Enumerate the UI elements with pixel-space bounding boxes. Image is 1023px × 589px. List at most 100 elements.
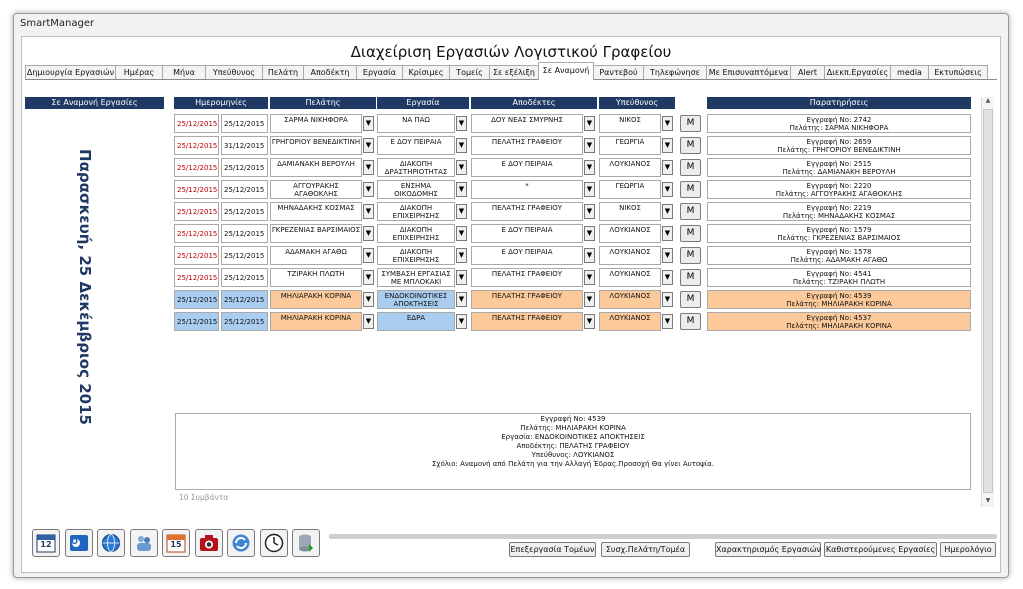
customer-field[interactable]: ΜΗΛΙΑΡΑΚΗ ΚΟΡΙΝΑ bbox=[270, 312, 362, 331]
task-field[interactable]: ΕΝΔΟΚΟΙΝΟΤΙΚΕΣ ΑΠΟΚΤΗΣΕΙΣ bbox=[377, 290, 455, 309]
customer-field[interactable]: ΤΖΙΡΑΚΗ ΠΛΩΤΗ bbox=[270, 268, 362, 287]
calendar-button[interactable]: Ημερολόγιο bbox=[940, 542, 996, 557]
recipient-field[interactable]: ΠΕΛΑΤΗΣ ΓΡΑΦΕΙΟΥ bbox=[471, 312, 583, 331]
table-row[interactable]: 25/12/2015 25/12/2015 ΜΗΛΙΑΡΑΚΗ ΚΟΡΙΝΑ ▼ ΕΔΡ… bbox=[22, 312, 1000, 332]
tab-0[interactable]: Δημιουργία Εργασιών bbox=[25, 65, 116, 79]
task-dropdown-icon[interactable]: ▼ bbox=[456, 314, 467, 329]
recipient-field[interactable]: ΠΕΛΑΤΗΣ ΓΡΑΦΕΙΟΥ bbox=[471, 268, 583, 287]
task-field[interactable]: ΣΥΜΒΑΣΗ ΕΡΓΑΣΙΑΣ ΜΕ ΜΠΛΟΚΑΚΙ bbox=[377, 268, 455, 287]
responsible-field[interactable]: ΛΟΥΚΙΑΝΟΣ bbox=[599, 246, 661, 265]
edit-sectors-button[interactable]: Επεξεργασία Τομέων bbox=[509, 542, 596, 557]
scroll-thumb[interactable] bbox=[983, 109, 993, 493]
m-button[interactable]: M bbox=[680, 313, 701, 330]
customer-field[interactable]: ΑΓΓΟΥΡΑΚΗΣ ΑΓΑΘΟΚΛΗΣ bbox=[270, 180, 362, 199]
customer-dropdown-icon[interactable]: ▼ bbox=[363, 226, 374, 241]
m-button[interactable]: M bbox=[680, 181, 701, 198]
customer-dropdown-icon[interactable]: ▼ bbox=[363, 182, 374, 197]
start-date-field[interactable]: 25/12/2015 bbox=[174, 290, 219, 309]
tab-12[interactable]: Τηλεφώνησε bbox=[643, 65, 707, 79]
table-row[interactable]: 25/12/2015 25/12/2015 ΜΗΛΙΑΡΑΚΗ ΚΟΡΙΝΑ ▼ ΕΝΔ… bbox=[22, 290, 1000, 310]
recipient-field[interactable]: ΠΕΛΑΤΗΣ ΓΡΑΦΕΙΟΥ bbox=[471, 202, 583, 221]
start-date-field[interactable]: 25/12/2015 bbox=[174, 136, 219, 155]
task-dropdown-icon[interactable]: ▼ bbox=[456, 138, 467, 153]
recipient-dropdown-icon[interactable]: ▼ bbox=[584, 314, 595, 329]
customer-dropdown-icon[interactable]: ▼ bbox=[363, 116, 374, 131]
task-characterization-button[interactable]: Χαρακτηρισμός Εργασιών bbox=[715, 542, 821, 557]
notes-field[interactable]: Εγγραφή Νο: 2515 Πελάτης: ΔΑΜΙΑΝΑΚΗ ΒΕΡΟΥ… bbox=[707, 158, 971, 177]
customer-field[interactable]: ΑΔΑΜΑΚΗ ΑΓΑΘΩ bbox=[270, 246, 362, 265]
responsible-field[interactable]: ΝΙΚΟΣ bbox=[599, 202, 661, 221]
recipient-dropdown-icon[interactable]: ▼ bbox=[584, 160, 595, 175]
tab-9[interactable]: Σε εξέλιξη bbox=[489, 65, 539, 79]
start-date-field[interactable]: 25/12/2015 bbox=[174, 312, 219, 331]
tab-13[interactable]: Με Επισυναπτόμενα bbox=[706, 65, 791, 79]
responsible-field[interactable]: ΛΟΥΚΙΑΝΟΣ bbox=[599, 312, 661, 331]
m-button[interactable]: M bbox=[680, 269, 701, 286]
customer-dropdown-icon[interactable]: ▼ bbox=[363, 270, 374, 285]
responsible-field[interactable]: ΛΟΥΚΙΑΝΟΣ bbox=[599, 158, 661, 177]
responsible-field[interactable]: ΛΟΥΚΙΑΝΟΣ bbox=[599, 268, 661, 287]
recipient-dropdown-icon[interactable]: ▼ bbox=[584, 204, 595, 219]
m-button[interactable]: M bbox=[680, 115, 701, 132]
task-dropdown-icon[interactable]: ▼ bbox=[456, 160, 467, 175]
vertical-scrollbar[interactable]: ▲ ▼ bbox=[981, 97, 994, 507]
task-field[interactable]: ΔΙΑΚΟΠΗ ΕΠΙΧΕΙΡΗΣΗΣ bbox=[377, 202, 455, 221]
recipient-dropdown-icon[interactable]: ▼ bbox=[584, 226, 595, 241]
m-button[interactable]: M bbox=[680, 203, 701, 220]
recipient-field[interactable]: ΔΟΥ ΝΕΑΣ ΣΜΥΡΝΗΣ bbox=[471, 114, 583, 133]
responsible-dropdown-icon[interactable]: ▼ bbox=[662, 226, 673, 241]
tab-8[interactable]: Τομείς bbox=[449, 65, 490, 79]
recipient-dropdown-icon[interactable]: ▼ bbox=[584, 248, 595, 263]
task-dropdown-icon[interactable]: ▼ bbox=[456, 226, 467, 241]
end-date-field[interactable]: 25/12/2015 bbox=[221, 224, 268, 243]
recipient-field[interactable]: * bbox=[471, 180, 583, 199]
m-button[interactable]: M bbox=[680, 225, 701, 242]
recipient-field[interactable]: ΠΕΛΑΤΗΣ ΓΡΑΦΕΙΟΥ bbox=[471, 136, 583, 155]
camera-icon[interactable] bbox=[194, 529, 223, 557]
m-button[interactable]: M bbox=[680, 247, 701, 264]
customer-field[interactable]: ΜΗΝΑΔΑΚΗΣ ΚΟΣΜΑΣ bbox=[270, 202, 362, 221]
notes-field[interactable]: Εγγραφή Νο: 4537 Πελάτης: ΜΗΛΙΑΡΑΚΗ ΚΟΡΙΝ… bbox=[707, 312, 971, 331]
notes-field[interactable]: Εγγραφή Νο: 1579 Πελάτης: ΓΚΡΕΖΕΝΙΑΣ ΒΑΡΣ… bbox=[707, 224, 971, 243]
task-field[interactable]: ΔΙΑΚΟΠΗ ΕΠΙΧΕΙΡΗΣΗΣ bbox=[377, 246, 455, 265]
end-date-field[interactable]: 25/12/2015 bbox=[221, 268, 268, 287]
recipient-dropdown-icon[interactable]: ▼ bbox=[584, 292, 595, 307]
customer-field[interactable]: ΣΑΡΜΑ ΝΙΚΗΦΟΡΑ bbox=[270, 114, 362, 133]
task-dropdown-icon[interactable]: ▼ bbox=[456, 116, 467, 131]
responsible-field[interactable]: ΛΟΥΚΙΑΝΟΣ bbox=[599, 290, 661, 309]
refresh-icon[interactable] bbox=[227, 529, 255, 557]
task-dropdown-icon[interactable]: ▼ bbox=[456, 270, 467, 285]
task-field[interactable]: Ε ΔΟΥ ΠΕΙΡΑΙΑ bbox=[377, 136, 455, 155]
task-field[interactable]: ΕΝΣΗΜΑ ΟΙΚΟΔΟΜΗΣ bbox=[377, 180, 455, 199]
table-row[interactable]: 25/12/2015 25/12/2015 ΤΖΙΡΑΚΗ ΠΛΩΤΗ ▼ ΣΥΜΒΑΣ… bbox=[22, 268, 1000, 288]
end-date-field[interactable]: 25/12/2015 bbox=[221, 202, 268, 221]
recipient-field[interactable]: ΠΕΛΑΤΗΣ ΓΡΑΦΕΙΟΥ bbox=[471, 290, 583, 309]
responsible-dropdown-icon[interactable]: ▼ bbox=[662, 314, 673, 329]
responsible-dropdown-icon[interactable]: ▼ bbox=[662, 138, 673, 153]
recipient-field[interactable]: Ε ΔΟΥ ΠΕΙΡΑΙΑ bbox=[471, 224, 583, 243]
tab-4[interactable]: Πελάτη bbox=[262, 65, 304, 79]
users-icon[interactable] bbox=[129, 529, 158, 557]
tab-3[interactable]: Υπεύθυνος bbox=[205, 65, 263, 79]
notes-field[interactable]: Εγγραφή Νο: 4539 Πελάτης: ΜΗΛΙΑΡΑΚΗ ΚΟΡΙΝ… bbox=[707, 290, 971, 309]
start-date-field[interactable]: 25/12/2015 bbox=[174, 180, 219, 199]
scroll-up-icon[interactable]: ▲ bbox=[982, 97, 994, 107]
recipient-dropdown-icon[interactable]: ▼ bbox=[584, 182, 595, 197]
recipient-dropdown-icon[interactable]: ▼ bbox=[584, 138, 595, 153]
outlook-icon[interactable]: O bbox=[64, 529, 93, 557]
start-date-field[interactable]: 25/12/2015 bbox=[174, 268, 219, 287]
recipient-field[interactable]: Ε ΔΟΥ ΠΕΙΡΑΙΑ bbox=[471, 158, 583, 177]
end-date-field[interactable]: 25/12/2015 bbox=[221, 246, 268, 265]
recipient-dropdown-icon[interactable]: ▼ bbox=[584, 116, 595, 131]
tab-7[interactable]: Κρίσιμες bbox=[402, 65, 450, 79]
tab-10[interactable]: Σε Αναμονή bbox=[538, 62, 594, 80]
customer-dropdown-icon[interactable]: ▼ bbox=[363, 138, 374, 153]
task-field[interactable]: ΔΙΑΚΟΠΗ ΕΠΙΧΕΙΡΗΣΗΣ bbox=[377, 224, 455, 243]
start-date-field[interactable]: 25/12/2015 bbox=[174, 202, 219, 221]
customer-dropdown-icon[interactable]: ▼ bbox=[363, 314, 374, 329]
customer-field[interactable]: ΔΑΜΙΑΝΑΚΗ ΒΕΡΟΥΛΗ bbox=[270, 158, 362, 177]
table-row[interactable]: 25/12/2015 25/12/2015 ΔΑΜΙΑΝΑΚΗ ΒΕΡΟΥΛΗ ▼ ΔΙ… bbox=[22, 158, 1000, 178]
customer-dropdown-icon[interactable]: ▼ bbox=[363, 248, 374, 263]
m-button[interactable]: M bbox=[680, 137, 701, 154]
task-field[interactable]: ΕΔΡΑ bbox=[377, 312, 455, 331]
